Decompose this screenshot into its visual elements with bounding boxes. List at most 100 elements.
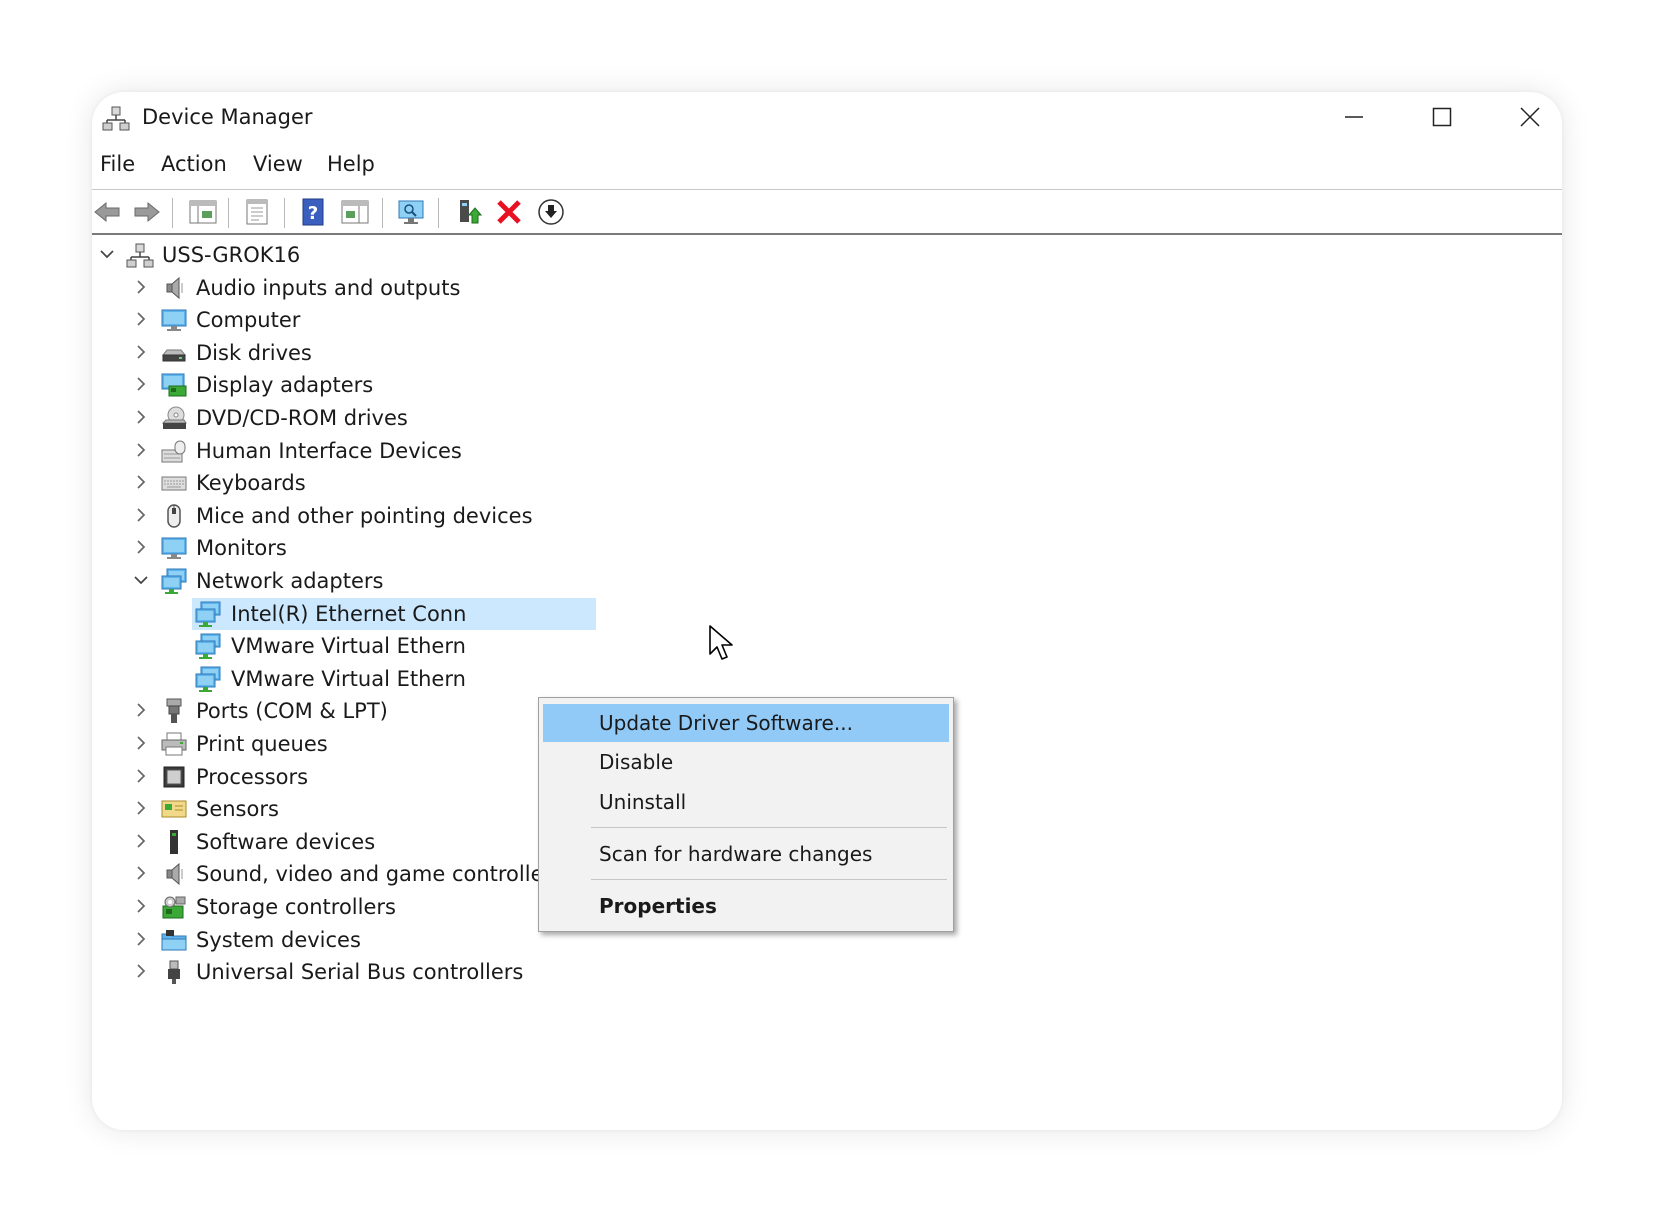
context-menu-separator [591, 827, 947, 828]
back-arrow-icon [94, 201, 120, 223]
chevron-right-icon[interactable] [130, 699, 152, 721]
speaker-icon [166, 276, 183, 299]
context-menu-item[interactable]: Disable [543, 743, 949, 781]
storage-controller-icon [162, 896, 186, 919]
toolbar-separator [284, 198, 285, 228]
tree-category-label: Storage controllers [196, 895, 396, 919]
chevron-right-icon[interactable] [130, 471, 152, 493]
chevron-right-icon[interactable] [130, 276, 152, 298]
chevron-right-icon[interactable] [130, 406, 152, 428]
chevron-down-icon[interactable] [96, 243, 118, 265]
monitor-icon [161, 309, 187, 332]
tree-category[interactable]: Disk drives [92, 337, 992, 369]
context-menu-item-label: Disable [599, 750, 674, 774]
toolbar-separator [228, 198, 229, 228]
chevron-right-icon[interactable] [130, 341, 152, 363]
menu-action[interactable]: Action [161, 152, 227, 176]
help-button[interactable]: ? [298, 197, 328, 227]
network-adapter-icon [195, 633, 221, 660]
tree-category[interactable]: Network adapters [92, 565, 992, 597]
scan-hardware-button[interactable] [396, 197, 426, 227]
tree-device[interactable]: VMware Virtual Ethern [92, 663, 992, 695]
tree-category-label: Disk drives [196, 340, 312, 365]
tree-category-label: Computer [196, 308, 301, 333]
tree-category-label: Network adapters [196, 569, 384, 593]
speaker-icon [166, 863, 183, 886]
network-adapter-icon [161, 568, 187, 594]
tree-device-label: Intel(R) Ethernet Conn [231, 601, 467, 626]
tree-root-label: USS-GROK16 [162, 243, 301, 267]
tree-device[interactable]: VMware Virtual Ethern [92, 630, 992, 662]
tree-category-label: DVD/CD-ROM drives [196, 406, 408, 430]
tree-category[interactable]: Universal Serial Bus controllers [92, 956, 992, 988]
keyboard-icon [161, 476, 187, 491]
chevron-right-icon[interactable] [130, 862, 152, 884]
chevron-right-icon[interactable] [130, 928, 152, 950]
context-menu-item[interactable]: Scan for hardware changes [543, 835, 949, 873]
menu-help[interactable]: Help [327, 152, 375, 176]
software-device-icon [170, 829, 178, 854]
tree-category[interactable]: Display adapters [92, 369, 992, 401]
tree-device[interactable]: Intel(R) Ethernet Conn [92, 597, 992, 630]
sensor-icon [161, 800, 187, 818]
window-title: Device Manager [142, 105, 313, 129]
tree-category[interactable]: DVD/CD-ROM drives [92, 402, 992, 434]
uninstall-device-icon [497, 200, 521, 224]
chevron-right-icon[interactable] [130, 373, 152, 395]
download-button[interactable] [536, 197, 566, 227]
monitor-icon [161, 537, 187, 560]
tree-category[interactable]: Monitors [92, 532, 992, 564]
tree-category[interactable]: Keyboards [92, 467, 992, 499]
mouse-icon [167, 504, 181, 528]
chevron-right-icon[interactable] [130, 732, 152, 754]
close-button[interactable] [1490, 92, 1562, 142]
action-pane-button[interactable] [340, 197, 370, 227]
update-driver-button[interactable] [454, 197, 484, 227]
chevron-right-icon[interactable] [130, 536, 152, 558]
tree-category[interactable]: Human Interface Devices [92, 435, 992, 467]
context-menu-item[interactable]: Update Driver Software... [543, 704, 949, 742]
back-button[interactable] [92, 197, 122, 227]
chevron-right-icon[interactable] [130, 960, 152, 982]
minimize-button[interactable] [1314, 92, 1394, 142]
tree-category-label: System devices [196, 927, 361, 952]
tree-category-label: Mice and other pointing devices [196, 503, 533, 528]
properties-sheet-icon [246, 199, 268, 225]
toolbar-separator [438, 198, 439, 228]
display-adapter-icon [161, 373, 187, 397]
chevron-down-icon[interactable] [130, 569, 152, 591]
chevron-right-icon[interactable] [130, 439, 152, 461]
chevron-right-icon[interactable] [130, 765, 152, 787]
show-hide-console-tree-button[interactable] [188, 197, 218, 227]
title-bar: Device Manager [92, 92, 1562, 142]
chevron-right-icon[interactable] [130, 797, 152, 819]
tree-category-label: Monitors [196, 536, 287, 561]
tree-root[interactable]: USS-GROK16 [92, 239, 992, 271]
network-adapter-icon [195, 601, 221, 627]
tree-category[interactable]: Computer [92, 304, 992, 336]
context-menu-item[interactable]: Properties [543, 887, 949, 925]
properties-button[interactable] [242, 197, 272, 227]
maximize-button[interactable] [1402, 92, 1482, 142]
chevron-right-icon[interactable] [130, 504, 152, 526]
scan-hardware-icon [398, 200, 424, 224]
toolbar-separator [172, 198, 173, 228]
forward-button[interactable] [132, 197, 162, 227]
menu-file[interactable]: File [100, 152, 135, 176]
context-menu-item-label: Uninstall [599, 790, 687, 814]
tree-category[interactable]: Audio inputs and outputs [92, 272, 992, 304]
context-menu-item-label: Properties [599, 894, 717, 918]
device-tree: USS-GROK16 Audio inputs and outputs Comput… [92, 239, 1562, 1130]
tree-category[interactable]: Mice and other pointing devices [92, 500, 992, 532]
tree-category-label: Software devices [196, 829, 376, 854]
maximize-icon [1432, 107, 1452, 127]
chevron-right-icon[interactable] [130, 308, 152, 330]
context-menu-item[interactable]: Uninstall [543, 783, 949, 821]
chevron-right-icon[interactable] [130, 830, 152, 852]
chevron-right-icon[interactable] [130, 895, 152, 917]
forward-arrow-icon [134, 201, 160, 223]
show-hide-console-tree-icon [189, 200, 217, 224]
uninstall-device-button[interactable] [494, 197, 524, 227]
menu-view[interactable]: View [253, 152, 303, 176]
tree-category-label: Ports (COM & LPT) [196, 699, 388, 724]
